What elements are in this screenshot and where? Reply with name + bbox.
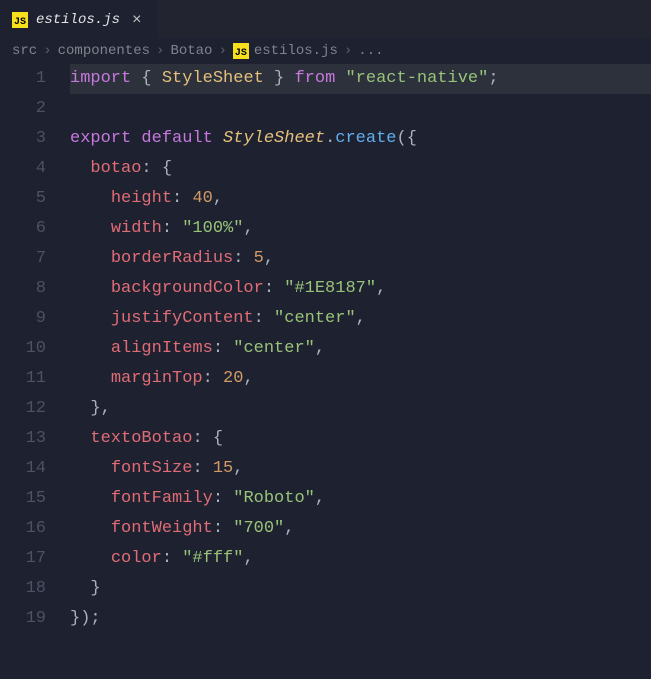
line-number: 16: [0, 514, 46, 544]
code-line[interactable]: justifyContent: "center",: [70, 304, 651, 334]
code-line[interactable]: export default StyleSheet.create({: [70, 124, 651, 154]
breadcrumb-item[interactable]: ...: [358, 43, 383, 59]
close-icon[interactable]: ×: [128, 11, 146, 29]
chevron-right-icon: ›: [156, 43, 164, 59]
tab-filename: estilos.js: [36, 12, 120, 28]
line-number: 12: [0, 394, 46, 424]
line-number: 17: [0, 544, 46, 574]
line-number: 6: [0, 214, 46, 244]
tab-bar: JS estilos.js ×: [0, 0, 651, 38]
code-line[interactable]: marginTop: 20,: [70, 364, 651, 394]
code-line[interactable]: fontFamily: "Roboto",: [70, 484, 651, 514]
code-line[interactable]: }: [70, 574, 651, 604]
line-number: 10: [0, 334, 46, 364]
chevron-right-icon: ›: [344, 43, 352, 59]
line-number: 5: [0, 184, 46, 214]
code-line[interactable]: color: "#fff",: [70, 544, 651, 574]
code-line[interactable]: width: "100%",: [70, 214, 651, 244]
code-line[interactable]: botao: {: [70, 154, 651, 184]
code-line[interactable]: import { StyleSheet } from "react-native…: [70, 64, 651, 94]
line-number: 15: [0, 484, 46, 514]
editor-tab[interactable]: JS estilos.js ×: [0, 0, 158, 38]
breadcrumb-label: estilos.js: [254, 43, 338, 59]
breadcrumb-item[interactable]: src: [12, 43, 37, 59]
line-number: 2: [0, 94, 46, 124]
js-file-icon: JS: [12, 12, 28, 28]
code-editor[interactable]: 12345678910111213141516171819 import { S…: [0, 64, 651, 634]
code-line[interactable]: });: [70, 604, 651, 634]
line-number: 9: [0, 304, 46, 334]
chevron-right-icon: ›: [43, 43, 51, 59]
code-line[interactable]: backgroundColor: "#1E8187",: [70, 274, 651, 304]
breadcrumb-item[interactable]: JS estilos.js: [233, 43, 338, 59]
line-number: 3: [0, 124, 46, 154]
line-number: 1: [0, 64, 46, 94]
breadcrumb-item[interactable]: componentes: [58, 43, 150, 59]
line-number: 13: [0, 424, 46, 454]
chevron-right-icon: ›: [218, 43, 226, 59]
code-line[interactable]: },: [70, 394, 651, 424]
line-number: 19: [0, 604, 46, 634]
code-content[interactable]: import { StyleSheet } from "react-native…: [70, 64, 651, 634]
code-line[interactable]: borderRadius: 5,: [70, 244, 651, 274]
line-number: 7: [0, 244, 46, 274]
breadcrumb: src › componentes › Botao › JS estilos.j…: [0, 38, 651, 64]
js-file-icon: JS: [233, 43, 249, 59]
code-line[interactable]: [70, 94, 651, 124]
code-line[interactable]: fontWeight: "700",: [70, 514, 651, 544]
line-number: 8: [0, 274, 46, 304]
line-number: 14: [0, 454, 46, 484]
line-number: 11: [0, 364, 46, 394]
code-line[interactable]: alignItems: "center",: [70, 334, 651, 364]
code-line[interactable]: textoBotao: {: [70, 424, 651, 454]
line-number-gutter: 12345678910111213141516171819: [0, 64, 70, 634]
code-line[interactable]: fontSize: 15,: [70, 454, 651, 484]
code-line[interactable]: height: 40,: [70, 184, 651, 214]
breadcrumb-item[interactable]: Botao: [170, 43, 212, 59]
line-number: 4: [0, 154, 46, 184]
line-number: 18: [0, 574, 46, 604]
